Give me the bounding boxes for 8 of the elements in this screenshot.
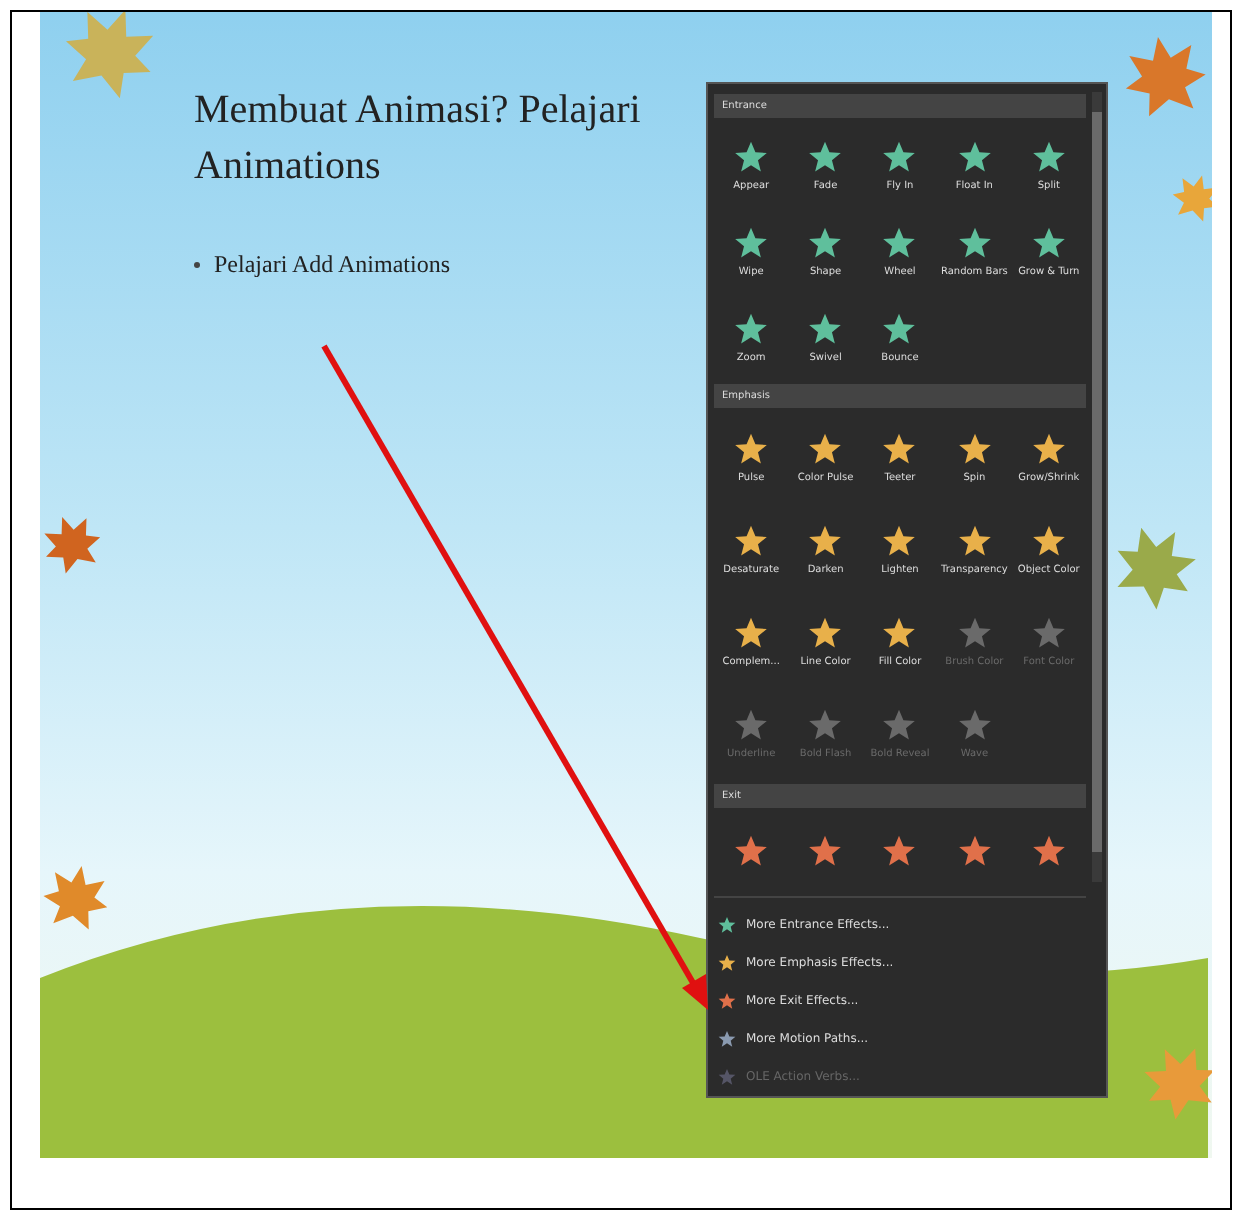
star-icon <box>718 1030 736 1048</box>
star-icon <box>718 1068 736 1086</box>
bullet-text: Pelajari Add Animations <box>214 250 450 280</box>
slide-title: Membuat Animasi? Pelajari Animations <box>194 86 643 192</box>
star-icon <box>718 916 736 934</box>
bullet-icon <box>194 262 200 268</box>
star-icon <box>718 992 736 1010</box>
star-icon <box>718 954 736 972</box>
